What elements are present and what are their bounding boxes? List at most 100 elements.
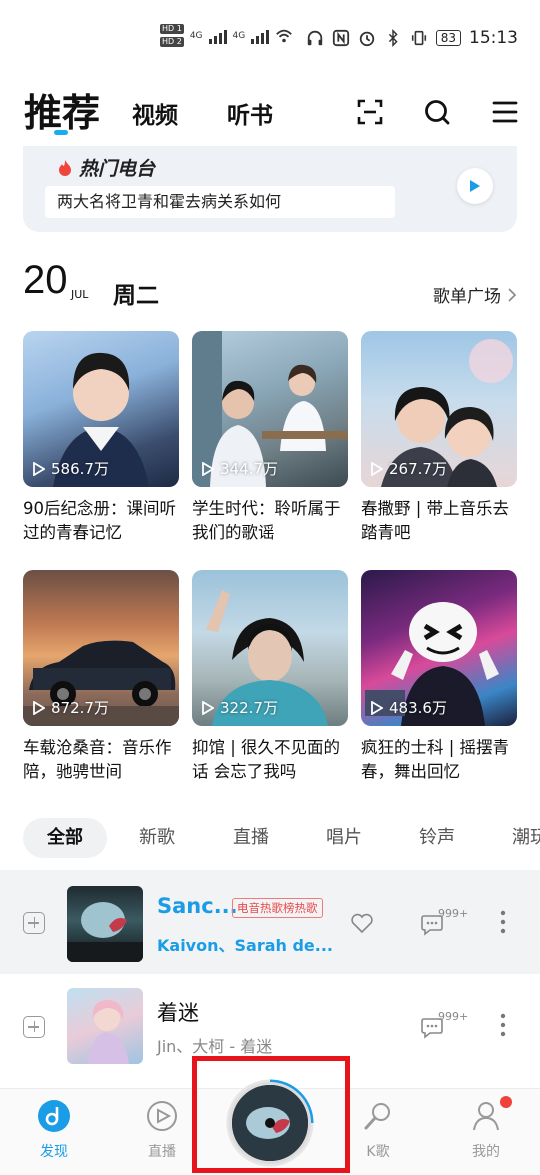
heart-icon[interactable] — [350, 912, 374, 934]
play-count-value: 872.7万 — [51, 699, 109, 717]
chevron-right-icon — [508, 287, 517, 302]
play-count: 344.7万 — [202, 458, 278, 479]
profile-icon — [473, 1102, 499, 1131]
date-day: 20 — [23, 258, 68, 302]
more-icon[interactable] — [500, 1013, 506, 1037]
status-right: 83 15:13 — [306, 28, 518, 48]
highlight-box — [192, 1056, 350, 1173]
tab-recommend[interactable]: 推荐 — [24, 82, 100, 137]
playlist-title: 春撒野 | 带上音乐去踏青吧 — [361, 499, 510, 542]
comment-count: 999+ — [438, 907, 469, 920]
chip-all[interactable]: 全部 — [23, 818, 107, 858]
song-artist: Kaivon、Sarah de... — [157, 936, 334, 955]
playlist-card[interactable]: 483.6万 疯狂的士科 | 摇摆青春，舞出回忆 — [361, 570, 517, 784]
tab-live-label: 直播 — [148, 1144, 176, 1160]
hd-badges: HD 1 HD 2 — [160, 24, 184, 47]
add-to-playlist-button[interactable] — [23, 912, 45, 934]
song-cover — [67, 886, 143, 962]
playlist-title: 抑馆 | 很久不见面的话 会忘了我吗 — [192, 738, 341, 781]
playlist-card[interactable]: 872.7万 车载沧桑音：音乐作陪，驰骋世间 — [23, 570, 179, 784]
category-chips: 全部 新歌 直播 唱片 铃声 潮玩 — [0, 818, 540, 862]
play-count: 267.7万 — [371, 458, 447, 479]
radio-play-button[interactable] — [457, 168, 493, 204]
song-cover — [67, 988, 143, 1064]
net2-label: 4G — [232, 30, 246, 41]
hd1-badge: HD 1 — [160, 24, 184, 34]
tab-discover[interactable]: 发现 — [14, 1099, 94, 1161]
playlist-square-label: 歌单广场 — [433, 287, 501, 307]
chip-albums[interactable]: 唱片 — [326, 818, 362, 858]
playlist-card[interactable]: 344.7万 学生时代：聆听属于我们的歌谣 — [192, 331, 348, 545]
play-count-value: 322.7万 — [220, 699, 278, 717]
play-icon — [33, 461, 45, 476]
date-weekday: 周二 — [113, 283, 159, 309]
live-icon — [147, 1101, 177, 1131]
playlist-square-link[interactable]: 歌单广场 — [433, 282, 517, 307]
hot-radio-banner[interactable]: 热门电台 两大名将卫青和霍去病关系如何 — [23, 146, 517, 232]
add-to-playlist-button[interactable] — [23, 1016, 45, 1038]
signal2-icon — [251, 28, 270, 44]
scan-icon[interactable] — [356, 98, 384, 126]
play-count-value: 483.6万 — [389, 699, 447, 717]
alarm-icon — [359, 31, 374, 47]
play-count-value: 267.7万 — [389, 460, 447, 478]
play-count: 322.7万 — [202, 697, 278, 718]
playlist-cover: 344.7万 — [192, 331, 348, 487]
playlist-card[interactable]: 322.7万 抑馆 | 很久不见面的话 会忘了我吗 — [192, 570, 348, 784]
play-count-value: 344.7万 — [220, 460, 278, 478]
status-bar: HD 1 HD 2 4G 4G 83 15:13 — [0, 0, 540, 80]
tab-audiobook[interactable]: 听书 — [227, 96, 273, 130]
play-count-value: 586.7万 — [51, 460, 109, 478]
clock: 15:13 — [469, 28, 518, 48]
chart-tag: 电音热歌榜热歌 — [232, 898, 323, 918]
vibrate-icon — [411, 30, 426, 46]
search-icon[interactable] — [423, 98, 451, 126]
playlist-title: 学生时代：聆听属于我们的歌谣 — [192, 499, 341, 542]
play-icon — [470, 180, 480, 192]
play-count: 872.7万 — [33, 697, 109, 718]
date-month: JUL — [71, 288, 89, 301]
more-icon[interactable] — [500, 910, 506, 934]
song-row[interactable]: Sanc... 电音热歌榜热歌 Kaivon、Sarah de... 999+ — [0, 870, 540, 974]
song-title: 着迷 — [157, 1001, 199, 1025]
tab-karaoke[interactable]: K歌 — [338, 1099, 418, 1161]
wifi-icon — [276, 29, 293, 42]
tab-karaoke-label: K歌 — [366, 1144, 390, 1160]
microphone-icon — [364, 1103, 390, 1130]
cover-art — [87, 1000, 129, 1064]
playlist-card[interactable]: 267.7万 春撒野 | 带上音乐去踏青吧 — [361, 331, 517, 545]
radio-question[interactable]: 两大名将卫青和霍去病关系如何 — [45, 186, 395, 218]
battery-level: 83 — [435, 30, 461, 46]
nfc-icon — [332, 29, 349, 47]
play-icon — [202, 700, 214, 715]
tab-mine[interactable]: 我的 — [446, 1099, 526, 1161]
play-count: 483.6万 — [371, 697, 447, 718]
playlist-title: 车载沧桑音：音乐作陪，驰骋世间 — [23, 738, 172, 781]
playlist-cover: 483.6万 — [361, 570, 517, 726]
playlist-cover: 322.7万 — [192, 570, 348, 726]
play-icon — [33, 700, 45, 715]
play-icon — [371, 461, 383, 476]
radio-title-text: 热门电台 — [79, 158, 156, 180]
chip-ringtones[interactable]: 铃声 — [419, 818, 455, 858]
discover-icon — [38, 1100, 70, 1132]
tab-discover-label: 发现 — [40, 1144, 68, 1160]
play-icon — [371, 700, 383, 715]
tab-mine-label: 我的 — [472, 1144, 500, 1160]
chip-new-songs[interactable]: 新歌 — [139, 818, 175, 858]
menu-icon[interactable] — [491, 98, 519, 126]
tab-video[interactable]: 视频 — [132, 96, 178, 130]
playlist-title: 疯狂的士科 | 摇摆青春，舞出回忆 — [361, 738, 510, 781]
playlist-card[interactable]: 586.7万 90后纪念册：课间听过的青春记忆 — [23, 331, 179, 545]
chip-trendy[interactable]: 潮玩 — [512, 818, 540, 858]
chip-live[interactable]: 直播 — [233, 818, 269, 858]
tab-live[interactable]: 直播 — [122, 1099, 202, 1161]
hd2-badge: HD 2 — [160, 37, 184, 47]
radio-title: 热门电台 — [57, 154, 155, 181]
top-nav: 推荐 视频 听书 — [0, 82, 540, 142]
network-indicators: HD 1 HD 2 4G 4G — [160, 24, 293, 47]
playlist-cover: 267.7万 — [361, 331, 517, 487]
active-tab-indicator — [54, 130, 68, 135]
bluetooth-icon — [388, 29, 398, 47]
fire-icon — [59, 159, 71, 176]
